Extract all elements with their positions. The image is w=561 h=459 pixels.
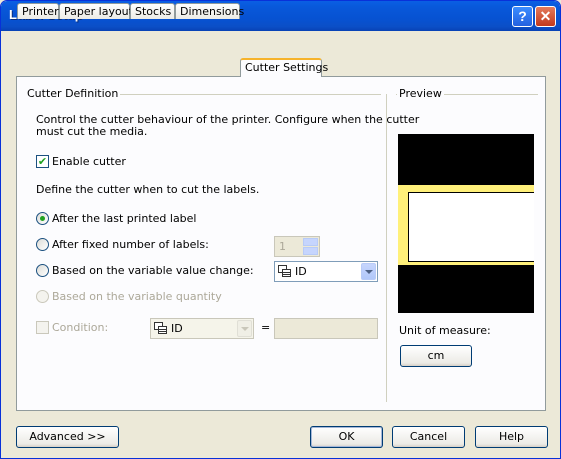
variable-value-selected: ID [295,265,307,278]
preview-group-title: Preview [397,87,444,100]
spin-down-button[interactable] [303,247,318,255]
condition-checkbox[interactable] [36,321,49,334]
fixed-count-value: 1 [279,240,286,253]
label-preview-image [398,134,534,313]
radio-variable-quantity-text[interactable]: Based on the variable quantity [52,290,222,303]
tab-cutter-settings[interactable]: Cutter Settings [240,58,328,77]
radio-variable-value-change-text[interactable]: Based on the variable value change: [52,264,254,277]
table-icon [154,322,167,334]
tab-stocks[interactable]: Stocks [130,3,175,19]
cutter-group-title: Cutter Definition [25,87,121,100]
radio-variable-quantity[interactable] [36,290,49,303]
advanced-button[interactable]: Advanced >> [16,426,119,448]
tab-dimensions[interactable]: Dimensions [175,3,244,19]
help-icon[interactable]: ? [512,6,533,27]
unit-of-measure-label: Unit of measure: [399,324,491,337]
cutter-description-line2: must cut the media. [36,125,148,138]
tab-printer[interactable]: Printer [17,3,59,19]
spin-up-button[interactable] [303,238,318,246]
radio-after-last-label[interactable] [36,212,49,225]
help-button[interactable]: Help [475,426,548,448]
radio-after-fixed-number-text[interactable]: After fixed number of labels: [52,238,209,251]
chevron-down-icon[interactable] [361,263,376,280]
enable-cutter-checkbox[interactable]: ✔ [36,155,49,168]
radio-after-fixed-number[interactable] [36,238,49,251]
radio-variable-value-change[interactable] [36,264,49,277]
cancel-button[interactable]: Cancel [392,426,465,448]
unit-cm-button[interactable]: cm [400,345,472,367]
define-cutter-text: Define the cutter when to cut the labels… [36,183,260,196]
condition-value-input[interactable] [274,318,378,339]
condition-variable-dropdown[interactable]: ID [150,318,254,339]
radio-after-last-label-text[interactable]: After the last printed label [52,212,197,225]
tab-paper-layout[interactable]: Paper layout [59,3,133,19]
close-icon[interactable]: ✕ [535,6,556,27]
equals-sign: = [261,321,271,334]
condition-label[interactable]: Condition: [52,321,108,334]
condition-variable-selected: ID [171,322,183,335]
group-divider [386,94,387,402]
fixed-count-spinner[interactable]: 1 [274,236,320,257]
ok-button[interactable]: OK [310,426,383,448]
chevron-down-icon[interactable] [237,320,252,337]
enable-cutter-label[interactable]: Enable cutter [52,155,126,168]
label-setup-dialog: Label Setup ? ✕ Printer Paper layout Sto… [0,0,561,459]
preview-paper [408,192,534,262]
variable-value-dropdown[interactable]: ID [274,261,378,282]
table-icon [278,265,291,277]
